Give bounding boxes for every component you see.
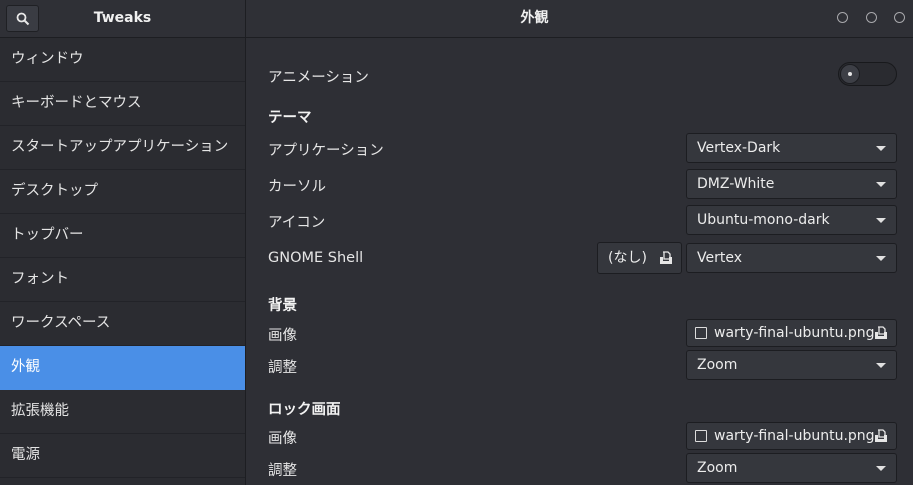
toggle-knob	[840, 64, 860, 84]
close-button[interactable]	[894, 12, 905, 23]
file-open-icon	[875, 326, 887, 339]
chevron-down-icon	[876, 146, 886, 151]
shell-theme-file-button[interactable]: (なし)	[597, 242, 682, 274]
shell-theme-select[interactable]: Vertex	[686, 243, 897, 273]
header-left: Tweaks	[0, 0, 246, 37]
lock-screen-adjustment-select[interactable]: Zoom	[686, 453, 897, 483]
document-icon	[695, 327, 707, 339]
applications-theme-select[interactable]: Vertex-Dark	[686, 133, 897, 163]
sidebar-item-extensions[interactable]: 拡張機能	[0, 390, 245, 434]
sidebar-item-keyboard-mouse[interactable]: キーボードとマウス	[0, 82, 245, 126]
chevron-down-icon	[876, 256, 886, 261]
sidebar-item-windows[interactable]: ウィンドウ	[0, 38, 245, 82]
shell-theme-file-value: (なし)	[608, 250, 647, 266]
sidebar-item-power[interactable]: 電源	[0, 434, 245, 478]
lock-screen-adjustment-value: Zoom	[697, 460, 738, 476]
background-adjustment-select[interactable]: Zoom	[686, 350, 897, 380]
lock-screen-image-label: 画像	[268, 431, 297, 447]
cursor-theme-label: カーソル	[268, 179, 326, 195]
cursor-theme-select[interactable]: DMZ-White	[686, 169, 897, 199]
sidebar-item-workspaces[interactable]: ワークスペース	[0, 302, 245, 346]
background-heading: 背景	[268, 298, 297, 314]
sidebar: ウィンドウ キーボードとマウス スタートアップアプリケーション デスクトップ ト…	[0, 38, 246, 485]
shell-theme-label: GNOME Shell	[268, 250, 364, 266]
lock-screen-image-filename: warty-final-ubuntu.png	[714, 428, 875, 444]
theme-heading: テーマ	[268, 110, 312, 126]
lock-screen-heading: ロック画面	[268, 402, 341, 418]
sidebar-item-startup-applications[interactable]: スタートアップアプリケーション	[0, 126, 245, 170]
chevron-down-icon	[876, 182, 886, 187]
sidebar-item-appearance[interactable]: 外観	[0, 346, 245, 390]
background-adjustment-label: 調整	[268, 360, 297, 376]
applications-theme-label: アプリケーション	[268, 143, 384, 159]
lock-screen-adjustment-label: 調整	[268, 463, 297, 479]
animation-label: アニメーション	[268, 70, 369, 86]
sidebar-item-fonts[interactable]: フォント	[0, 258, 245, 302]
minimize-button[interactable]	[837, 12, 848, 23]
cursor-theme-value: DMZ-White	[697, 176, 775, 192]
animation-toggle[interactable]	[838, 62, 897, 86]
document-icon	[695, 430, 707, 442]
maximize-button[interactable]	[866, 12, 877, 23]
chevron-down-icon	[876, 466, 886, 471]
window-title: 外観	[520, 10, 549, 26]
background-image-filename: warty-final-ubuntu.png	[714, 325, 875, 341]
lock-screen-image-button[interactable]: warty-final-ubuntu.png	[686, 422, 897, 450]
icons-theme-value: Ubuntu-mono-dark	[697, 212, 830, 228]
search-button[interactable]	[6, 5, 39, 32]
chevron-down-icon	[876, 363, 886, 368]
sidebar-item-top-bar[interactable]: トップバー	[0, 214, 245, 258]
search-icon	[16, 12, 29, 25]
icons-theme-select[interactable]: Ubuntu-mono-dark	[686, 205, 897, 235]
background-image-button[interactable]: warty-final-ubuntu.png	[686, 319, 897, 347]
applications-theme-value: Vertex-Dark	[697, 140, 781, 156]
shell-theme-value: Vertex	[697, 250, 743, 266]
sidebar-item-desktop[interactable]: デスクトップ	[0, 170, 245, 214]
background-adjustment-value: Zoom	[697, 357, 738, 373]
app-title: Tweaks	[93, 10, 152, 26]
chevron-down-icon	[876, 218, 886, 223]
file-open-icon	[875, 429, 887, 442]
file-open-icon	[660, 251, 672, 264]
icons-theme-label: アイコン	[268, 215, 326, 231]
background-image-label: 画像	[268, 328, 297, 344]
header-bar: Tweaks 外観	[0, 0, 913, 38]
